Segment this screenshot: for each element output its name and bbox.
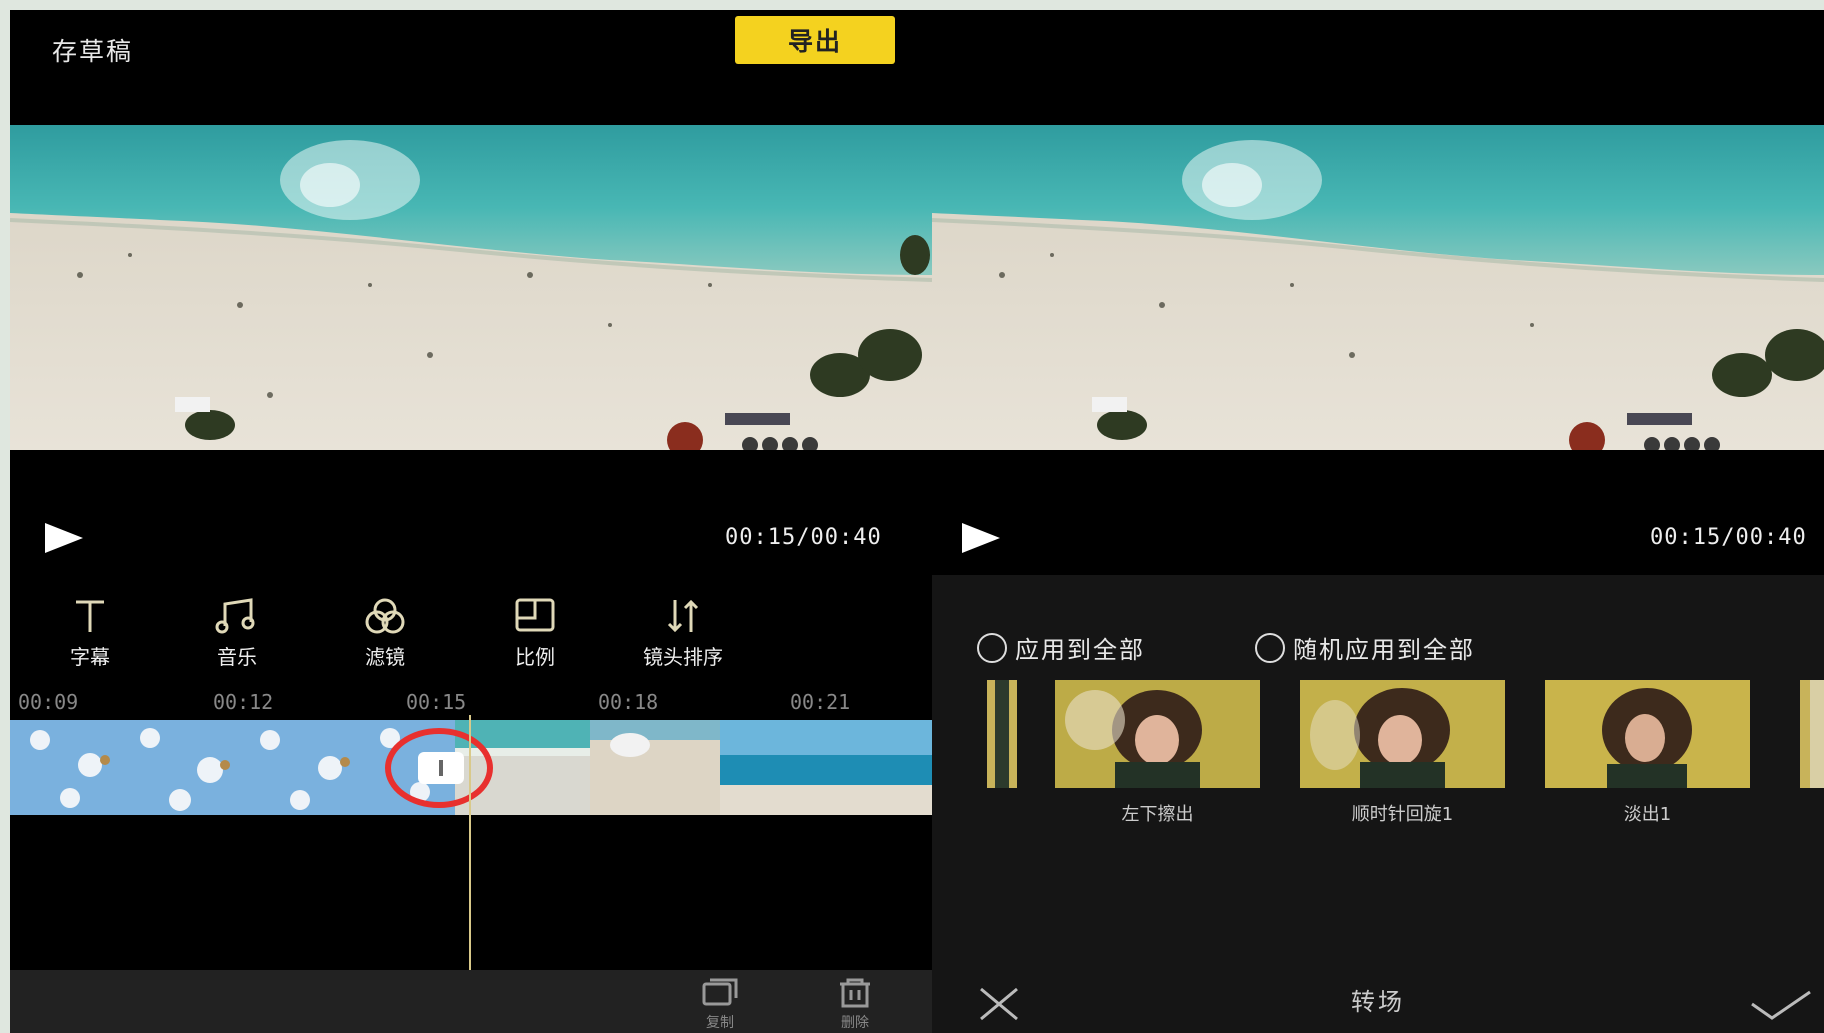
copy-icon <box>702 978 738 1006</box>
transition-thumb[interactable] <box>1300 680 1505 788</box>
sort-icon <box>628 595 738 637</box>
ratio-icon <box>480 595 590 637</box>
radio-icon <box>1255 632 1285 663</box>
copy-button[interactable]: 复制 <box>685 976 755 1032</box>
beach-video-frame <box>932 125 1824 450</box>
tool-label: 比例 <box>515 645 555 669</box>
play-icon[interactable] <box>45 523 83 553</box>
export-button[interactable]: 导出 <box>735 16 895 64</box>
toolbar: 字幕 音乐 滤镜 比例 镜头排序 <box>10 595 932 675</box>
timeline-ruler: 00:09 00:12 00:15 00:18 00:21 <box>10 690 932 720</box>
copy-label: 复制 <box>706 1015 734 1031</box>
ruler-tick: 00:09 <box>18 690 79 714</box>
tool-filter[interactable]: 滤镜 <box>330 595 440 670</box>
screenshot-canvas: 存草稿 导出 00:15/00:40 字幕 音乐 滤镜 比例 镜头排序 00:0… <box>10 10 1824 1033</box>
video-preview <box>932 125 1824 450</box>
tool-label: 滤镜 <box>365 645 405 669</box>
top-bar: 存草稿 导出 <box>10 10 932 125</box>
transition-label: 淡出1 <box>1623 804 1672 825</box>
playback-row: 00:15/00:40 <box>932 515 1824 565</box>
transition-label: 左下擦出 <box>1121 804 1194 825</box>
transition-panel: 00:15/00:40 应用到全部 随机应用到全部 左下擦出 顺时针回旋1 淡出… <box>932 10 1824 1033</box>
panel-title: 转场 <box>1351 988 1405 1016</box>
ruler-tick: 00:21 <box>790 690 851 714</box>
playhead[interactable] <box>469 715 471 970</box>
playback-row: 00:15/00:40 <box>10 515 932 565</box>
transition-thumb-partial[interactable] <box>987 680 1017 788</box>
ruler-tick: 00:12 <box>213 690 274 714</box>
music-icon <box>182 595 292 637</box>
tool-music[interactable]: 音乐 <box>182 595 292 670</box>
confirm-check-icon[interactable] <box>1750 990 1812 1020</box>
transition-thumb[interactable] <box>1055 680 1260 788</box>
time-display: 00:15/00:40 <box>1650 525 1807 550</box>
tool-label: 字幕 <box>70 645 110 669</box>
option-label: 随机应用到全部 <box>1293 636 1475 664</box>
ruler-tick: 00:15 <box>406 690 467 714</box>
filter-icon <box>330 595 440 637</box>
random-apply-all-option[interactable]: 随机应用到全部 <box>1255 630 1475 665</box>
tool-label: 镜头排序 <box>643 645 723 669</box>
play-icon[interactable] <box>962 523 1000 553</box>
option-label: 应用到全部 <box>1015 636 1145 664</box>
tool-label: 音乐 <box>217 645 257 669</box>
save-draft-button[interactable]: 存草稿 <box>52 32 133 68</box>
video-clip[interactable]: + <box>720 720 932 815</box>
transition-thumb-partial[interactable] <box>1800 680 1824 788</box>
tool-ratio[interactable]: 比例 <box>480 595 590 670</box>
beach-video-frame <box>10 125 932 450</box>
ruler-tick: 00:18 <box>598 690 659 714</box>
video-clip[interactable] <box>590 720 720 815</box>
tool-subtitle[interactable]: 字幕 <box>35 595 145 670</box>
time-display: 00:15/00:40 <box>725 525 882 550</box>
text-icon <box>35 595 145 637</box>
apply-all-option[interactable]: 应用到全部 <box>977 630 1145 665</box>
bottom-bar: 复制 删除 <box>10 970 932 1033</box>
transition-label: 顺时针回旋1 <box>1351 804 1454 825</box>
editor-panel: 存草稿 导出 00:15/00:40 字幕 音乐 滤镜 比例 镜头排序 00:0… <box>10 10 932 1033</box>
tool-sort[interactable]: 镜头排序 <box>628 595 738 670</box>
transition-picker: 应用到全部 随机应用到全部 左下擦出 顺时针回旋1 淡出1 <box>932 575 1824 970</box>
delete-button[interactable]: 删除 <box>820 976 890 1032</box>
top-bar <box>932 10 1824 125</box>
transition-thumb[interactable] <box>1545 680 1750 788</box>
bottom-bar: 转场 <box>932 970 1824 1033</box>
radio-icon <box>977 632 1007 663</box>
video-preview <box>10 125 932 450</box>
transition-button[interactable] <box>418 752 464 784</box>
delete-label: 删除 <box>841 1015 869 1031</box>
trash-icon <box>840 978 870 1008</box>
